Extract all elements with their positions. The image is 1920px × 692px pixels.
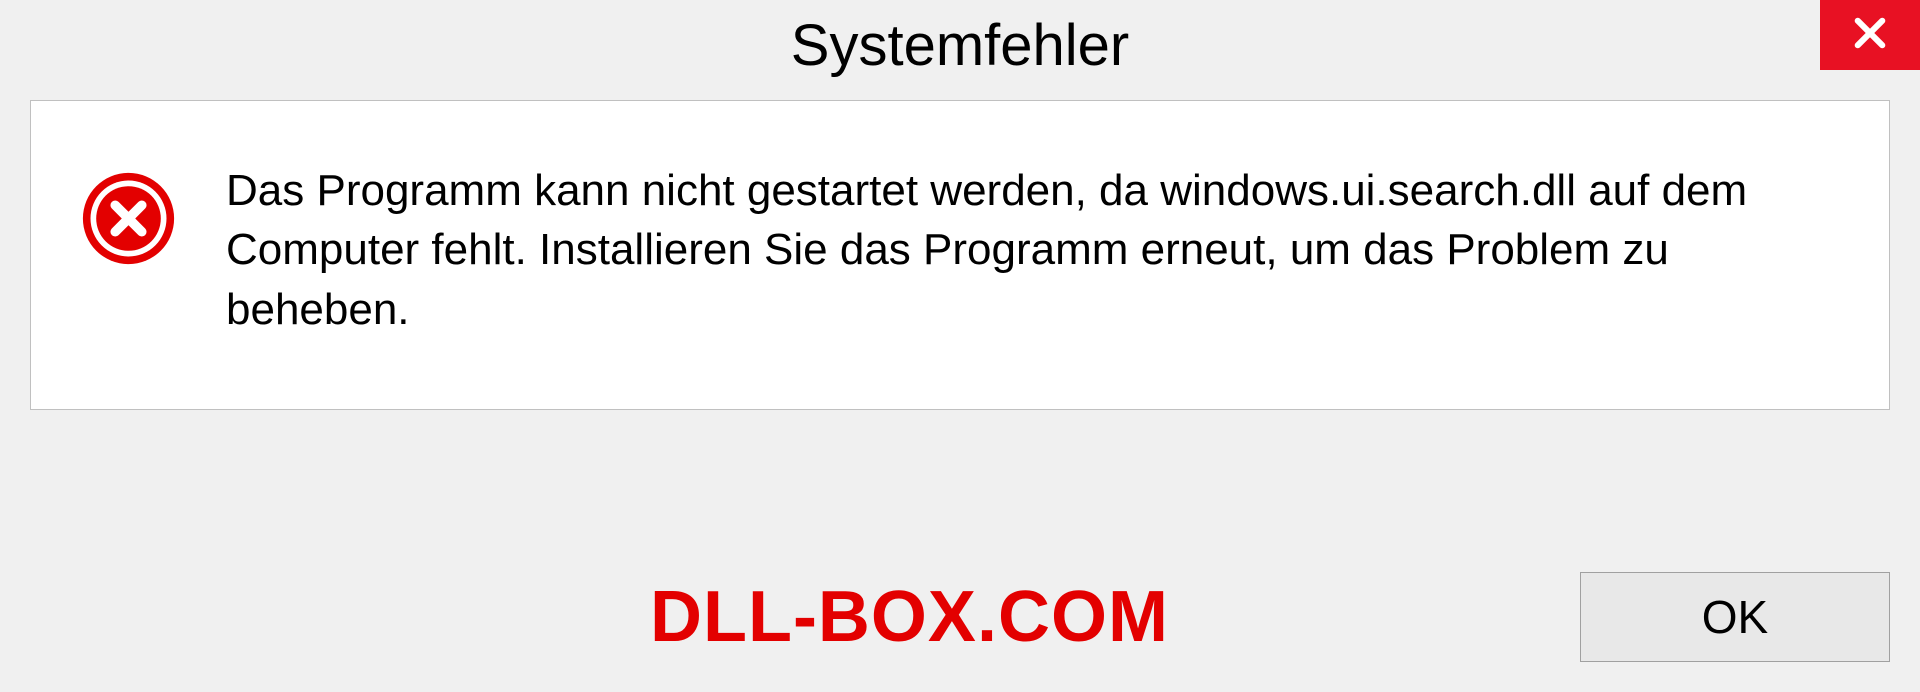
error-dialog: Systemfehler Das Programm kann nicht ges…: [0, 0, 1920, 692]
close-button[interactable]: [1820, 0, 1920, 70]
error-icon: [81, 171, 176, 266]
error-message: Das Programm kann nicht gestartet werden…: [226, 161, 1839, 339]
dialog-title: Systemfehler: [791, 12, 1129, 79]
close-icon: [1849, 12, 1891, 59]
footer: DLL-BOX.COM OK: [30, 572, 1890, 662]
titlebar: Systemfehler: [0, 0, 1920, 95]
ok-button[interactable]: OK: [1580, 572, 1890, 662]
watermark-text: DLL-BOX.COM: [650, 576, 1169, 658]
content-area: Das Programm kann nicht gestartet werden…: [30, 100, 1890, 410]
